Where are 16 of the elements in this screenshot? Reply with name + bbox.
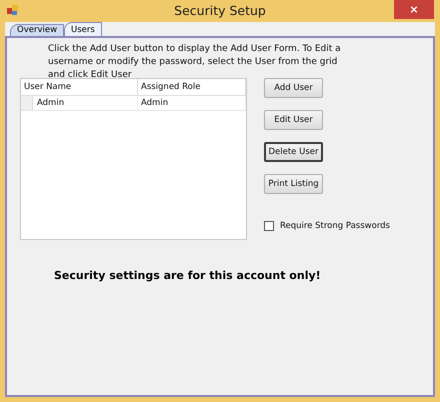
checkbox-label: Require Strong Passwords xyxy=(280,220,390,233)
action-button[interactable]: Delete User xyxy=(264,142,323,162)
checkbox[interactable] xyxy=(264,221,274,232)
column-header[interactable]: User Name xyxy=(21,79,138,95)
close-button[interactable]: × xyxy=(394,0,434,19)
tab[interactable]: Users xyxy=(64,22,102,37)
action-button[interactable]: Edit User xyxy=(264,110,323,130)
app-icon xyxy=(7,5,19,16)
action-button[interactable]: Add User xyxy=(264,78,323,98)
action-button[interactable]: Print Listing xyxy=(264,174,323,194)
table-cell: Admin xyxy=(33,96,138,110)
tab[interactable]: Overview xyxy=(10,24,64,36)
notice-text: Security settings are for this account only! xyxy=(54,268,321,284)
window-title: Security Setup xyxy=(174,2,266,20)
table-cell: Admin xyxy=(138,96,246,110)
column-header[interactable]: Assigned Role xyxy=(138,79,246,95)
